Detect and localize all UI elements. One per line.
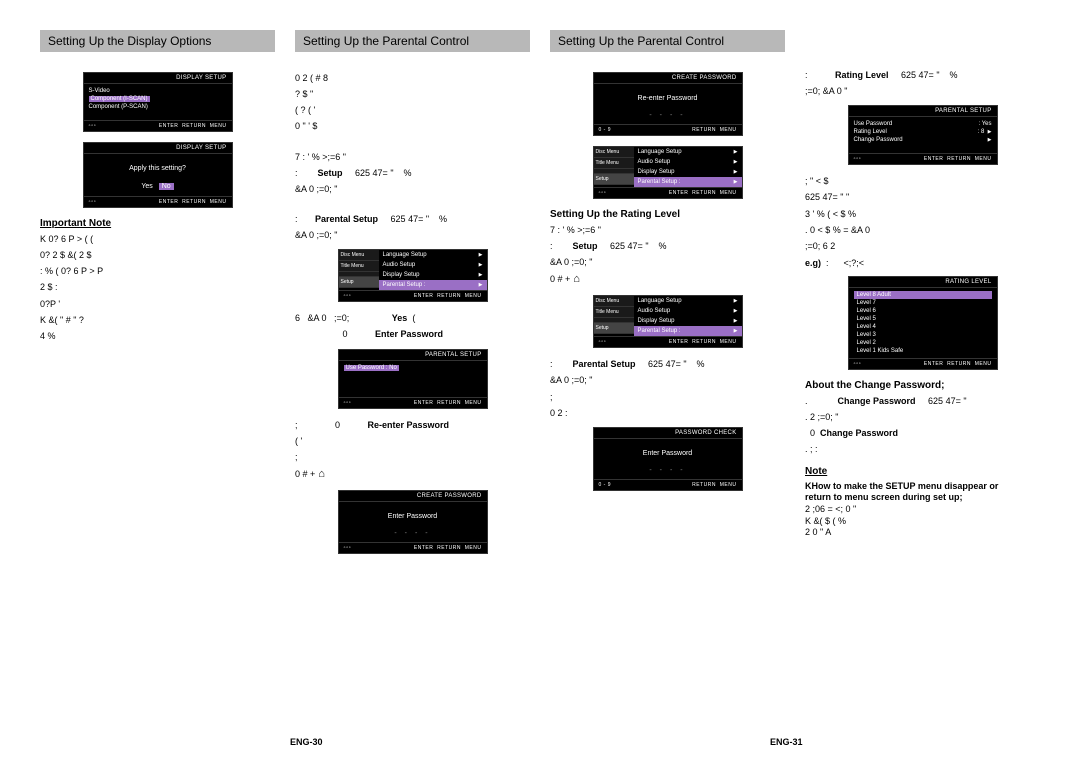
home-icon <box>315 469 325 479</box>
heading-parental-2: Setting Up the Parental Control <box>550 30 785 52</box>
osd-rating-level-list: RATING LEVEL Level 8 Adult Level 7 Level… <box>848 276 998 370</box>
yes-option: Yes <box>141 183 152 190</box>
column-display-options: Setting Up the Display Options DISPLAY S… <box>40 30 275 564</box>
kw-yes: Yes <box>392 313 408 323</box>
heading-display: Setting Up the Display Options <box>40 30 275 52</box>
column-parental-2: Setting Up the Parental Control CREATE P… <box>550 30 785 564</box>
note-heading: Note <box>805 466 1040 477</box>
column-parental-1: Setting Up the Parental Control 0 2 ( # … <box>295 30 530 564</box>
about-change-password: About the Change Password; <box>805 380 1040 391</box>
osd-parental-setup-full: PARENTAL SETUP Use Password: Yes Rating … <box>848 105 998 165</box>
osd-item-svideo: S-Video <box>89 88 110 94</box>
kw-enter-password: Enter Password <box>375 329 443 339</box>
kw-rating-level: Rating Level <box>835 70 889 80</box>
kw-parental-setup: Parental Setup <box>315 214 378 224</box>
page-number-left: ENG-30 <box>290 737 323 747</box>
kw-setup: Setup <box>318 168 343 178</box>
osd-setup-menu-1: Disc Menu Title Menu Setup Language Setu… <box>338 249 488 302</box>
no-option: No <box>159 183 174 190</box>
apply-question: Apply this setting? <box>89 157 227 180</box>
heading-parental-1: Setting Up the Parental Control <box>295 30 530 52</box>
osd-item-pscan: Component (P-SCAN) <box>89 104 148 110</box>
kw-reenter: Re-enter Password <box>368 420 450 430</box>
osd-display-setup-1: DISPLAY SETUP S-Video Component (I-SCAN)… <box>83 72 233 132</box>
osd-title: DISPLAY SETUP <box>84 143 232 154</box>
osd-display-setup-2: DISPLAY SETUP Apply this setting? YesNo … <box>83 142 233 208</box>
osd-create-password: CREATE PASSWORD Enter Password - - - - ◦… <box>338 490 488 554</box>
osd-title: DISPLAY SETUP <box>84 73 232 84</box>
subheading-rating-level: Setting Up the Rating Level <box>550 209 785 220</box>
osd-password-check: PASSWORD CHECK Enter Password - - - - 0 … <box>593 427 743 491</box>
nav-icons: ◦◦◦ <box>89 123 97 129</box>
home-icon <box>570 274 580 284</box>
osd-setup-menu-2: Disc Menu Title Menu Setup Language Setu… <box>593 146 743 199</box>
osd-item-iscan: Component (I-SCAN) <box>89 96 150 102</box>
page-number-right: ENG-31 <box>770 737 803 747</box>
osd-create-password-2: CREATE PASSWORD Re-enter Password - - - … <box>593 72 743 136</box>
osd-parental-usepw: PARENTAL SETUP Use Password : No ◦◦◦ENTE… <box>338 349 488 409</box>
osd-setup-menu-3: Disc Menu Title Menu Setup Language Setu… <box>593 295 743 348</box>
important-note-heading: Important Note <box>40 218 275 229</box>
column-parental-3: : Rating Level 625 47= " % ;=0; &A 0 " P… <box>805 30 1040 564</box>
eg-label: e.g) <box>805 258 821 268</box>
